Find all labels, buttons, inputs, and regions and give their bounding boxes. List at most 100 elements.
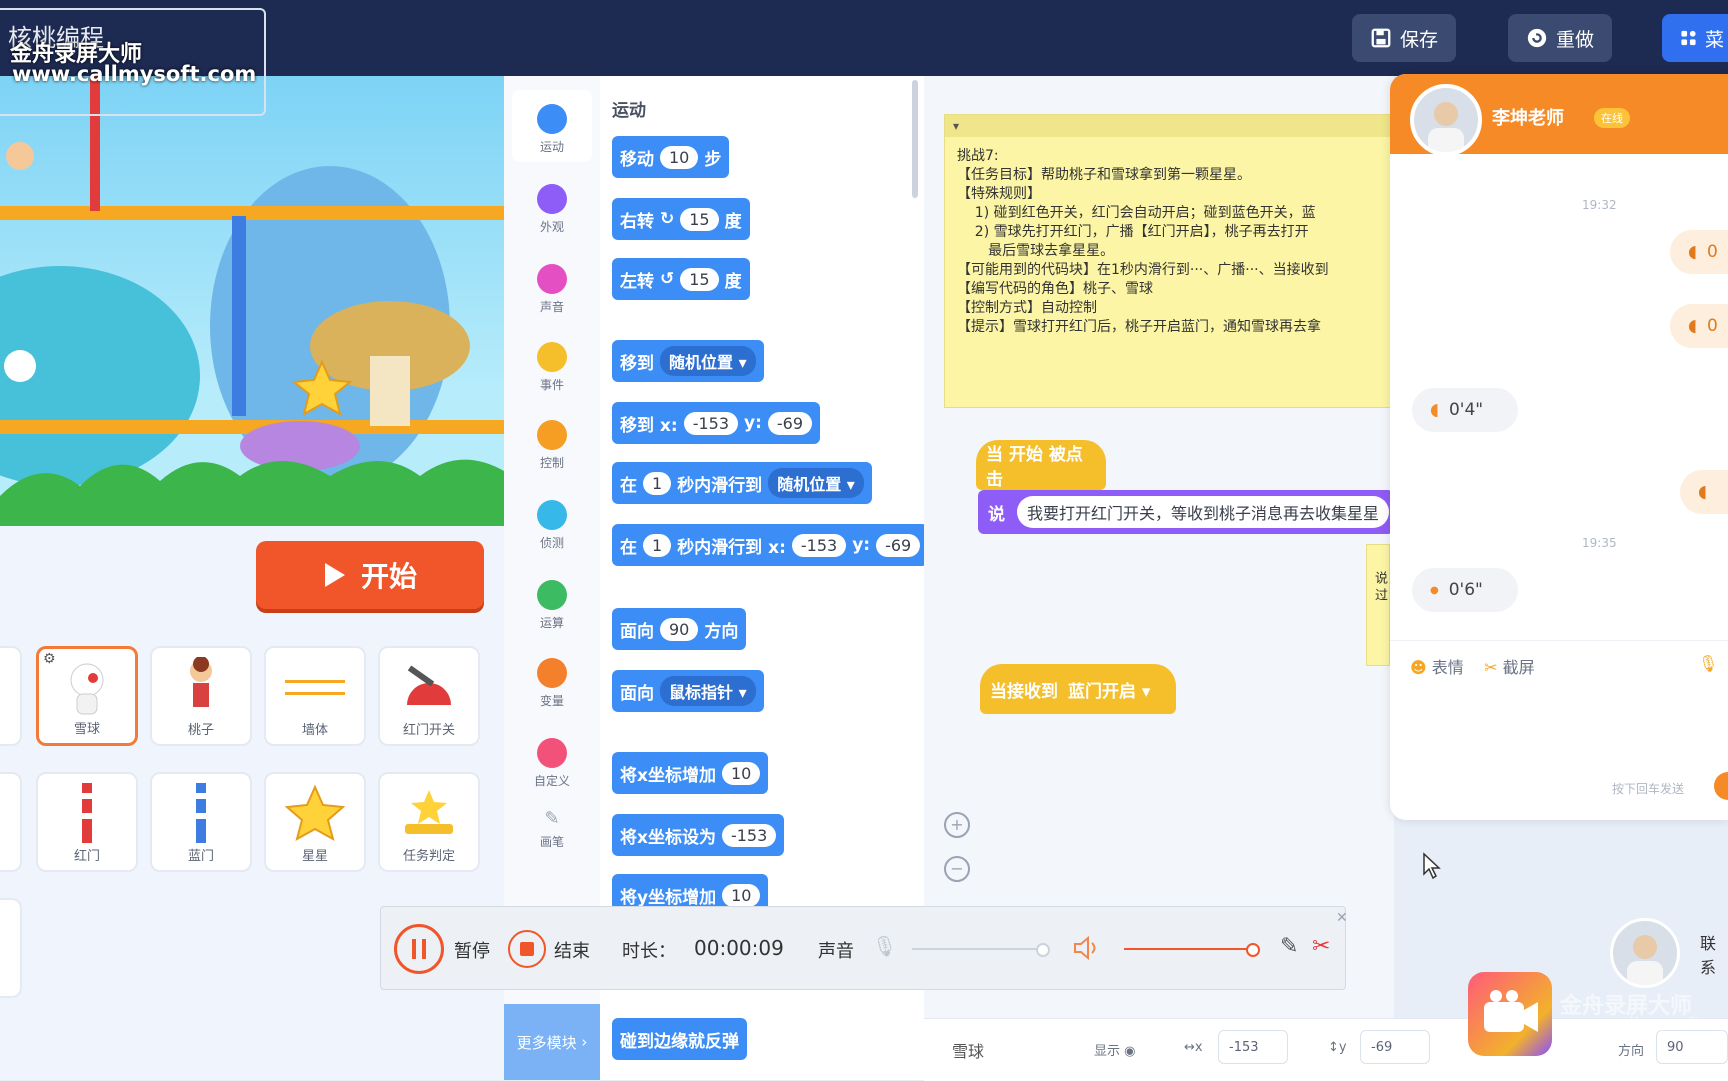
voice-message[interactable]: ◖ 0: [1670, 304, 1728, 348]
close-icon[interactable]: ✕: [1336, 910, 1348, 926]
block-when-flag-clicked[interactable]: 当 开始 被点击: [976, 440, 1106, 490]
sprite-card-blue-door[interactable]: 蓝门: [150, 772, 252, 872]
block-move[interactable]: 移动 10 步: [612, 136, 730, 178]
speaker-icon[interactable]: [1072, 934, 1102, 962]
sprite-card-partial[interactable]: [0, 898, 22, 998]
dropdown-value: 随机位置: [669, 353, 734, 372]
block-input[interactable]: -153: [683, 411, 738, 435]
note-header[interactable]: ▾: [945, 115, 1391, 137]
block-say[interactable]: 说 我要打开红门开关，等收到桃子消息再去收集星星: [978, 490, 1394, 534]
contact-widget[interactable]: 联系: [1610, 918, 1728, 998]
block-input[interactable]: 10: [660, 145, 699, 169]
block-input[interactable]: -153: [721, 823, 777, 847]
sprite-card-partial[interactable]: [0, 772, 22, 872]
voice-message[interactable]: ● 0'6": [1412, 568, 1518, 612]
y-input[interactable]: -69: [1360, 1030, 1430, 1064]
sprite-card-taozi[interactable]: 桃子: [150, 646, 252, 746]
say-text-input[interactable]: 我要打开红门开关，等收到桃子消息再去收集星星: [1017, 496, 1390, 528]
palette-scrollbar[interactable]: [912, 80, 918, 198]
sprite-card-red-door[interactable]: 红门: [36, 772, 138, 872]
block-input[interactable]: 10: [721, 761, 761, 785]
game-stage[interactable]: [0, 76, 504, 526]
block-dropdown[interactable]: 随机位置 ▾: [768, 468, 864, 498]
block-glide-xy[interactable]: 在 1 秒内滑行到 x: -153 y: -69: [612, 524, 929, 566]
teacher-avatar[interactable]: [1410, 84, 1482, 156]
side-note[interactable]: 说 过: [1366, 544, 1390, 666]
category-sensing[interactable]: 侦测: [512, 486, 592, 558]
category-control[interactable]: 控制: [512, 406, 592, 478]
block-turn-right[interactable]: 右转 ↻ 15 度: [612, 198, 750, 240]
sprite-card-xueqiu[interactable]: 雪球 ⚙: [36, 646, 138, 746]
block-dropdown[interactable]: 蓝门开启 ▾: [1068, 677, 1150, 702]
block-input[interactable]: 1: [643, 533, 672, 557]
sprite-card-partial[interactable]: [0, 646, 22, 746]
category-dot: [537, 104, 567, 134]
sprite-card-red-switch[interactable]: 红门开关: [378, 646, 480, 746]
block-text: 将x坐标设为: [620, 827, 716, 848]
zoom-out-icon[interactable]: −: [944, 856, 970, 882]
block-goto[interactable]: 移到 随机位置 ▾: [612, 340, 764, 382]
category-custom[interactable]: 自定义: [512, 724, 592, 796]
show-toggle[interactable]: 显示 ◉: [1094, 1040, 1136, 1059]
block-bounce[interactable]: 碰到边缘就反弹: [612, 1018, 747, 1060]
start-button[interactable]: 开始: [256, 541, 484, 609]
sprite-card-task[interactable]: 任务判定: [378, 772, 480, 872]
scissors-icon[interactable]: ✂: [1312, 934, 1330, 959]
voice-message[interactable]: ◖ 0'4": [1412, 388, 1518, 432]
block-glide[interactable]: 在 1 秒内滑行到 随机位置 ▾: [612, 462, 872, 504]
sprite-card-wall[interactable]: 墙体: [264, 646, 366, 746]
speaker-volume-slider[interactable]: [1124, 948, 1254, 950]
speaker-slider-handle[interactable]: [1246, 943, 1260, 957]
block-input[interactable]: -69: [876, 533, 921, 557]
block-input[interactable]: -69: [767, 411, 813, 435]
collapse-icon[interactable]: ▾: [953, 119, 959, 133]
category-sound[interactable]: 声音: [512, 250, 592, 322]
screenshot-button[interactable]: ✂ 截屏: [1484, 658, 1535, 677]
pen-icon[interactable]: ✎: [1280, 934, 1298, 959]
category-looks[interactable]: 外观: [512, 170, 592, 242]
block-dropdown[interactable]: 鼠标指针 ▾: [660, 676, 756, 706]
zoom-in-icon[interactable]: +: [944, 812, 970, 838]
screenshot-label: 截屏: [1502, 658, 1535, 677]
menu-button[interactable]: 菜: [1662, 14, 1728, 62]
task-note[interactable]: ▾ 挑战7: 【任务目标】帮助桃子和雪球拿到第一颗星星。 【特殊规则】 1) 碰…: [944, 114, 1392, 408]
block-text: 在: [620, 475, 637, 496]
microphone-icon[interactable]: 🎙: [1698, 654, 1718, 673]
pause-button[interactable]: [394, 924, 444, 974]
save-button[interactable]: 保存: [1352, 14, 1457, 62]
block-when-receive[interactable]: 当接收到 蓝门开启 ▾: [980, 664, 1176, 714]
stop-button[interactable]: [508, 930, 546, 968]
block-change-x[interactable]: 将x坐标增加 10: [612, 752, 769, 794]
category-events[interactable]: 事件: [512, 328, 592, 400]
block-input[interactable]: 15: [680, 207, 719, 231]
gear-icon[interactable]: ⚙: [43, 651, 56, 667]
block-point-direction[interactable]: 面向 90 方向: [612, 608, 747, 650]
block-input[interactable]: 1: [643, 471, 672, 495]
block-dropdown[interactable]: 随机位置 ▾: [660, 346, 756, 376]
mic-volume-slider[interactable]: [912, 948, 1042, 950]
microphone-icon[interactable]: 🎙: [872, 934, 897, 958]
more-blocks-button[interactable]: 更多模块 ›: [504, 1004, 600, 1080]
mic-slider-handle[interactable]: [1036, 943, 1050, 957]
emoji-button[interactable]: ☻ 表情: [1410, 658, 1464, 677]
block-input[interactable]: 90: [660, 617, 699, 641]
block-input[interactable]: -153: [791, 533, 847, 557]
block-goto-xy[interactable]: 移到 x: -153 y: -69: [612, 402, 821, 444]
category-variables[interactable]: 变量: [512, 644, 592, 716]
redo-button[interactable]: 重做: [1508, 14, 1613, 62]
direction-input[interactable]: 90: [1656, 1030, 1728, 1064]
block-input[interactable]: 15: [680, 267, 719, 291]
category-operators[interactable]: 运算: [512, 566, 592, 638]
x-input[interactable]: -153: [1218, 1030, 1288, 1064]
category-pen[interactable]: ✎ 画笔: [512, 808, 592, 880]
block-point-towards[interactable]: 面向 鼠标指针 ▾: [612, 670, 764, 712]
send-button[interactable]: [1714, 772, 1728, 800]
block-set-x[interactable]: 将x坐标设为 -153: [612, 814, 785, 856]
block-turn-left[interactable]: 左转 ↺ 15 度: [612, 258, 750, 300]
sprite-card-star[interactable]: 星星: [264, 772, 366, 872]
watermark-url: www.callmysoft.com: [12, 62, 257, 86]
voice-message[interactable]: ◖ 0: [1670, 230, 1728, 274]
voice-message[interactable]: ◖: [1680, 470, 1728, 514]
block-input[interactable]: 10: [722, 883, 761, 907]
category-motion[interactable]: 运动: [512, 90, 592, 162]
